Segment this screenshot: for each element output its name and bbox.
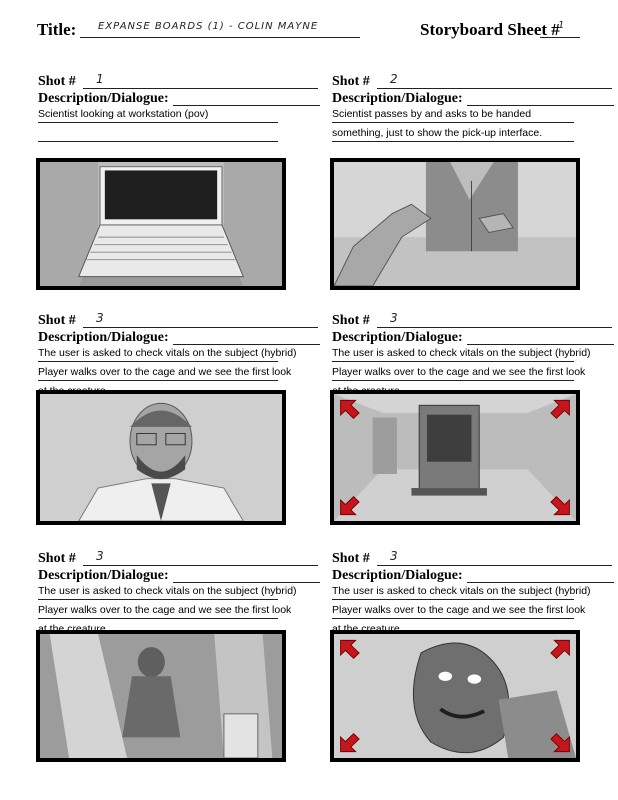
description-rule <box>38 617 278 619</box>
description-underline <box>173 581 320 583</box>
description-line: The user is asked to check vitals on the… <box>38 585 297 597</box>
red-arrow-icon <box>550 639 570 659</box>
description-line: The user is asked to check vitals on the… <box>332 347 591 359</box>
hand-reach-sketch <box>334 162 576 286</box>
description-rule <box>332 598 574 600</box>
description-label: Description/Dialogue: <box>38 330 169 345</box>
description-rule <box>332 121 574 123</box>
shot-frame <box>330 390 580 525</box>
red-arrow-icon <box>550 399 570 420</box>
description-line: Player walks over to the cage and we see… <box>332 366 586 378</box>
description-rule <box>332 617 574 619</box>
shot-frame <box>36 158 286 290</box>
title-value: EXPANSE BOARDS (1) - COLIN MAYNE <box>98 21 319 32</box>
sheet-label: Storyboard Sheet # <box>420 20 560 39</box>
shot-frame <box>330 630 580 762</box>
description-underline <box>467 581 614 583</box>
description-label: Description/Dialogue: <box>332 568 463 583</box>
description-rule <box>38 379 278 381</box>
description-underline <box>467 343 614 345</box>
red-arrow-icon <box>340 639 360 659</box>
shot-number: 1 <box>96 72 105 86</box>
description-line: Player walks over to the cage and we see… <box>38 604 292 616</box>
red-arrow-icon <box>550 495 570 516</box>
description-rule <box>38 360 278 362</box>
shot-label: Shot # <box>38 74 76 89</box>
shot-underline <box>83 564 318 566</box>
sheet-underline <box>540 36 580 38</box>
description-rule <box>38 140 278 142</box>
shot-label: Shot # <box>332 74 370 89</box>
shot-frame <box>36 630 286 762</box>
description-underline <box>173 104 320 106</box>
description-label: Description/Dialogue: <box>38 91 169 106</box>
description-label: Description/Dialogue: <box>332 91 463 106</box>
laptop-sketch <box>40 162 282 286</box>
shot-number: 3 <box>96 549 105 563</box>
red-arrow-icon <box>550 733 570 753</box>
shot-number: 3 <box>390 549 399 563</box>
shot-frame <box>330 158 580 290</box>
sheet-value: 1 <box>558 20 566 31</box>
description-line: something, just to show the pick-up inte… <box>332 127 543 139</box>
shot-underline <box>377 87 612 89</box>
description-label: Description/Dialogue: <box>38 568 169 583</box>
description-line: The user is asked to check vitals on the… <box>332 585 591 597</box>
shot-underline <box>83 326 318 328</box>
description-line: The user is asked to check vitals on the… <box>38 347 297 359</box>
description-line: Scientist passes by and asks to be hande… <box>332 108 532 120</box>
description-rule <box>332 379 574 381</box>
description-line: Player walks over to the cage and we see… <box>332 604 586 616</box>
shot-underline <box>377 326 612 328</box>
red-arrow-icon <box>340 399 360 420</box>
scientist-portrait-sketch <box>40 394 282 521</box>
shot-number: 2 <box>390 72 399 86</box>
shot-number: 3 <box>96 311 105 325</box>
description-rule <box>38 121 278 123</box>
creature-silhouette-sketch <box>40 634 282 758</box>
description-label: Description/Dialogue: <box>332 330 463 345</box>
description-rule <box>332 360 574 362</box>
shot-number: 3 <box>390 311 399 325</box>
title-label: Title: <box>37 20 77 39</box>
red-arrow-icon <box>340 495 360 516</box>
shot-underline <box>377 564 612 566</box>
title-underline <box>80 36 360 38</box>
description-rule <box>38 598 278 600</box>
shot-label: Shot # <box>332 313 370 328</box>
description-rule <box>332 140 574 142</box>
shot-label: Shot # <box>332 551 370 566</box>
shot-underline <box>83 87 318 89</box>
description-line: Player walks over to the cage and we see… <box>38 366 292 378</box>
description-underline <box>467 104 614 106</box>
shot-label: Shot # <box>38 313 76 328</box>
description-line: Scientist looking at workstation (pov) <box>38 108 209 120</box>
shot-label: Shot # <box>38 551 76 566</box>
red-arrow-icon <box>340 733 360 753</box>
shot-frame <box>36 390 286 525</box>
description-underline <box>173 343 320 345</box>
